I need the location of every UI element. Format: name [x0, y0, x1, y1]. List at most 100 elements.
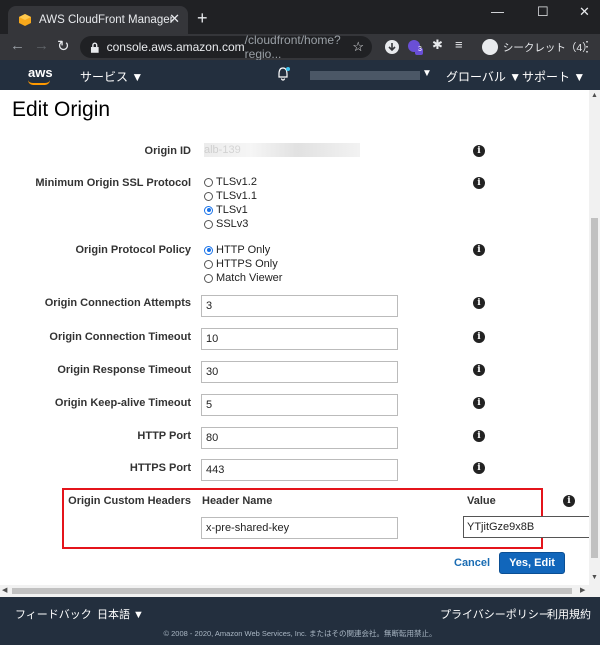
download-icon[interactable] — [384, 39, 400, 55]
aws-logo-smile — [28, 80, 50, 85]
account-caret: ▼ — [422, 68, 432, 79]
protocol-option-match[interactable]: Match Viewer — [204, 272, 282, 284]
min-ssl-label: Minimum Origin SSL Protocol — [35, 177, 191, 189]
aws-logo[interactable]: aws — [28, 65, 53, 80]
connection-timeout-input[interactable]: 10 — [201, 328, 398, 350]
radio-http-only[interactable] — [204, 245, 213, 255]
tab-close-icon[interactable]: ✕ — [169, 11, 180, 27]
aws-nav-bar: aws サービス ▼ ▼ グローバル ▼ サポート ▼ — [0, 60, 600, 90]
radio-tlsv12[interactable] — [204, 177, 213, 187]
info-icon[interactable]: i — [473, 430, 485, 442]
scroll-left-icon[interactable]: ◀ — [2, 586, 7, 594]
new-tab-button[interactable]: + — [197, 8, 208, 29]
radio-tlsv1[interactable] — [204, 205, 213, 215]
tab-strip: AWS CloudFront Management C ✕ + — ☐ ✕ — [0, 0, 600, 34]
ssl-option-tlsv12[interactable]: TLSv1.2 — [204, 176, 257, 188]
radio-https-only[interactable] — [204, 259, 213, 269]
browser-window: AWS CloudFront Management C ✕ + — ☐ ✕ ← … — [0, 0, 600, 645]
info-icon[interactable]: i — [473, 297, 485, 309]
info-icon[interactable]: i — [473, 462, 485, 474]
media-control-icon[interactable]: ≡ — [455, 37, 463, 52]
language-selector[interactable]: 日本語 ▼ — [97, 606, 144, 622]
page-title: Edit Origin — [12, 98, 111, 121]
support-menu[interactable]: サポート ▼ — [522, 68, 585, 85]
scroll-up-icon[interactable]: ▲ — [591, 92, 598, 99]
ssl-option-sslv3[interactable]: SSLv3 — [204, 218, 248, 230]
account-name-redacted[interactable] — [310, 71, 420, 80]
console-footer: フィードバック 日本語 ▼ プライバシーポリシー 利用規約 © 2008 - 2… — [0, 597, 600, 645]
reload-icon[interactable]: ↻ — [57, 37, 70, 55]
edit-origin-page: Edit Origin Origin ID alb-139 i Minimum … — [0, 90, 589, 585]
region-menu[interactable]: グローバル ▼ — [446, 68, 521, 85]
radio-tlsv11[interactable] — [204, 191, 213, 201]
origin-id-redaction — [204, 143, 360, 157]
yes-edit-button[interactable]: Yes, Edit — [499, 552, 565, 574]
privacy-policy-link[interactable]: プライバシーポリシー — [440, 606, 550, 622]
close-window-button[interactable]: ✕ — [579, 4, 590, 20]
bell-icon[interactable] — [275, 66, 291, 82]
protocol-policy-label: Origin Protocol Policy — [75, 244, 191, 256]
bookmark-star-icon[interactable]: ☆ — [352, 39, 364, 55]
header-name-input[interactable]: x-pre-shared-key — [201, 517, 398, 539]
incognito-icon — [482, 39, 498, 55]
info-icon[interactable]: i — [563, 495, 575, 507]
vertical-scrollbar[interactable]: ▲ ▼ — [589, 90, 600, 585]
protocol-option-label: HTTPS Only — [216, 258, 278, 270]
value-column: Value — [467, 495, 496, 507]
info-icon[interactable]: i — [473, 244, 485, 256]
scroll-down-icon[interactable]: ▼ — [591, 574, 598, 581]
info-icon[interactable]: i — [473, 331, 485, 343]
info-icon[interactable]: i — [473, 177, 485, 189]
tab-title: AWS CloudFront Management C — [39, 14, 174, 26]
protocol-option-http[interactable]: HTTP Only — [204, 244, 270, 256]
radio-sslv3[interactable] — [204, 219, 213, 229]
cancel-link[interactable]: Cancel — [454, 557, 490, 569]
ssl-option-label: SSLv3 — [216, 218, 249, 230]
ssl-option-label: TLSv1 — [216, 204, 248, 216]
radio-match-viewer[interactable] — [204, 273, 213, 283]
ssl-option-label: TLSv1.2 — [216, 176, 257, 188]
terms-link[interactable]: 利用規約 — [547, 606, 591, 622]
browser-toolbar: ← → ↻ console.aws.amazon.com/cloudfront/… — [0, 33, 600, 61]
scroll-right-icon[interactable]: ▶ — [580, 586, 585, 594]
info-icon[interactable]: i — [473, 364, 485, 376]
puzzle-icon[interactable]: ✱ — [432, 37, 443, 53]
vertical-scroll-thumb[interactable] — [591, 218, 598, 558]
browser-tab[interactable]: AWS CloudFront Management C ✕ — [8, 6, 188, 34]
protocol-option-label: Match Viewer — [216, 272, 283, 284]
ssl-option-tlsv11[interactable]: TLSv1.1 — [204, 190, 257, 202]
keepalive-timeout-input[interactable]: 5 — [201, 394, 398, 416]
protocol-option-https[interactable]: HTTPS Only — [204, 258, 278, 270]
minimize-button[interactable]: — — [491, 4, 504, 19]
header-name-column: Header Name — [202, 495, 273, 507]
http-port-input[interactable]: 80 — [201, 427, 398, 449]
ssl-option-label: TLSv1.1 — [216, 190, 257, 202]
header-value-input[interactable]: YTjitGze9x8B — [463, 516, 589, 538]
back-icon[interactable]: ← — [10, 37, 25, 54]
connection-timeout-label: Origin Connection Timeout — [49, 331, 191, 343]
address-bar[interactable]: console.aws.amazon.com/cloudfront/home?r… — [80, 33, 372, 61]
incognito-label: シークレット（4） — [502, 41, 593, 54]
custom-headers-label: Origin Custom Headers — [68, 495, 191, 507]
horizontal-scrollbar[interactable]: ◀ ▶ — [0, 585, 600, 597]
https-port-input[interactable]: 443 — [201, 459, 398, 481]
protocol-option-label: HTTP Only — [216, 244, 271, 256]
horizontal-scroll-thumb[interactable] — [12, 588, 572, 594]
url-host: console.aws.amazon.com — [106, 40, 245, 54]
copyright-text: © 2008 - 2020, Amazon Web Services, Inc.… — [163, 629, 437, 638]
forward-icon[interactable]: → — [34, 37, 49, 54]
connection-attempts-input[interactable]: 3 — [201, 295, 398, 317]
lock-icon — [90, 42, 99, 53]
aws-cube-icon — [19, 14, 31, 26]
services-menu[interactable]: サービス ▼ — [80, 68, 143, 85]
maximize-button[interactable]: ☐ — [537, 4, 549, 20]
info-icon[interactable]: i — [473, 145, 485, 157]
keepalive-timeout-label: Origin Keep-alive Timeout — [54, 397, 191, 409]
info-icon[interactable]: i — [473, 397, 485, 409]
feedback-link[interactable]: フィードバック — [15, 606, 92, 622]
extension-badge: 3 — [418, 46, 422, 53]
response-timeout-input[interactable]: 30 — [201, 361, 398, 383]
ssl-option-tlsv1[interactable]: TLSv1 — [204, 204, 248, 216]
origin-id-label: Origin ID — [144, 145, 191, 157]
browser-menu-icon[interactable]: ⋮ — [580, 38, 594, 55]
